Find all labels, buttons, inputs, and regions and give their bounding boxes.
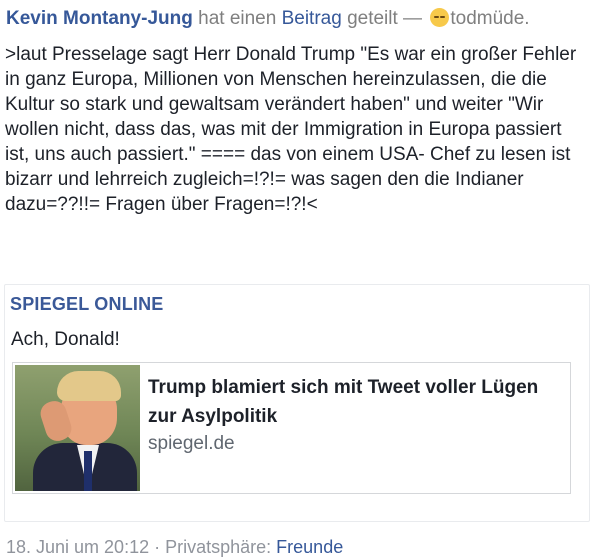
privacy-setting-link[interactable]: Freunde bbox=[276, 537, 343, 557]
sleepy-face-icon bbox=[430, 8, 450, 27]
footer-separator: · bbox=[149, 537, 166, 557]
article-thumbnail[interactable] bbox=[15, 365, 140, 491]
source-page-name[interactable]: SPIEGEL ONLINE bbox=[10, 294, 164, 315]
thumbnail-hair-shape bbox=[57, 371, 121, 401]
link-preview[interactable]: Trump blamiert sich mit Tweet voller Lüg… bbox=[12, 362, 571, 494]
post-footer: 18. Juni um 20:12 · Privatsphäre: Freund… bbox=[6, 537, 343, 558]
author-name-link[interactable]: Kevin Montany-Jung bbox=[6, 8, 193, 29]
privacy-label: Privatsphäre: bbox=[165, 537, 277, 557]
shared-post-card[interactable]: SPIEGEL ONLINE Ach, Donald! Trump blamie… bbox=[4, 284, 590, 522]
shared-suffix: geteilt — bbox=[341, 8, 428, 29]
feeling-text: todmüde. bbox=[450, 8, 530, 29]
post-text: >laut Presselage sagt Herr Donald Trump … bbox=[5, 44, 582, 215]
shared-text: hat einen bbox=[192, 8, 282, 29]
article-domain: spiegel.de bbox=[148, 433, 235, 454]
thumbnail-tie-shape bbox=[84, 451, 92, 491]
timestamp[interactable]: 18. Juni um 20:12 bbox=[6, 537, 149, 557]
post-link[interactable]: Beitrag bbox=[282, 8, 342, 29]
article-title[interactable]: Trump blamiert sich mit Tweet voller Lüg… bbox=[148, 373, 564, 431]
post-header: Kevin Montany-Jung hat einen Beitrag get… bbox=[6, 6, 590, 32]
shared-post: Kevin Montany-Jung hat einen Beitrag get… bbox=[0, 0, 594, 559]
shared-message: Ach, Donald! bbox=[11, 329, 120, 350]
